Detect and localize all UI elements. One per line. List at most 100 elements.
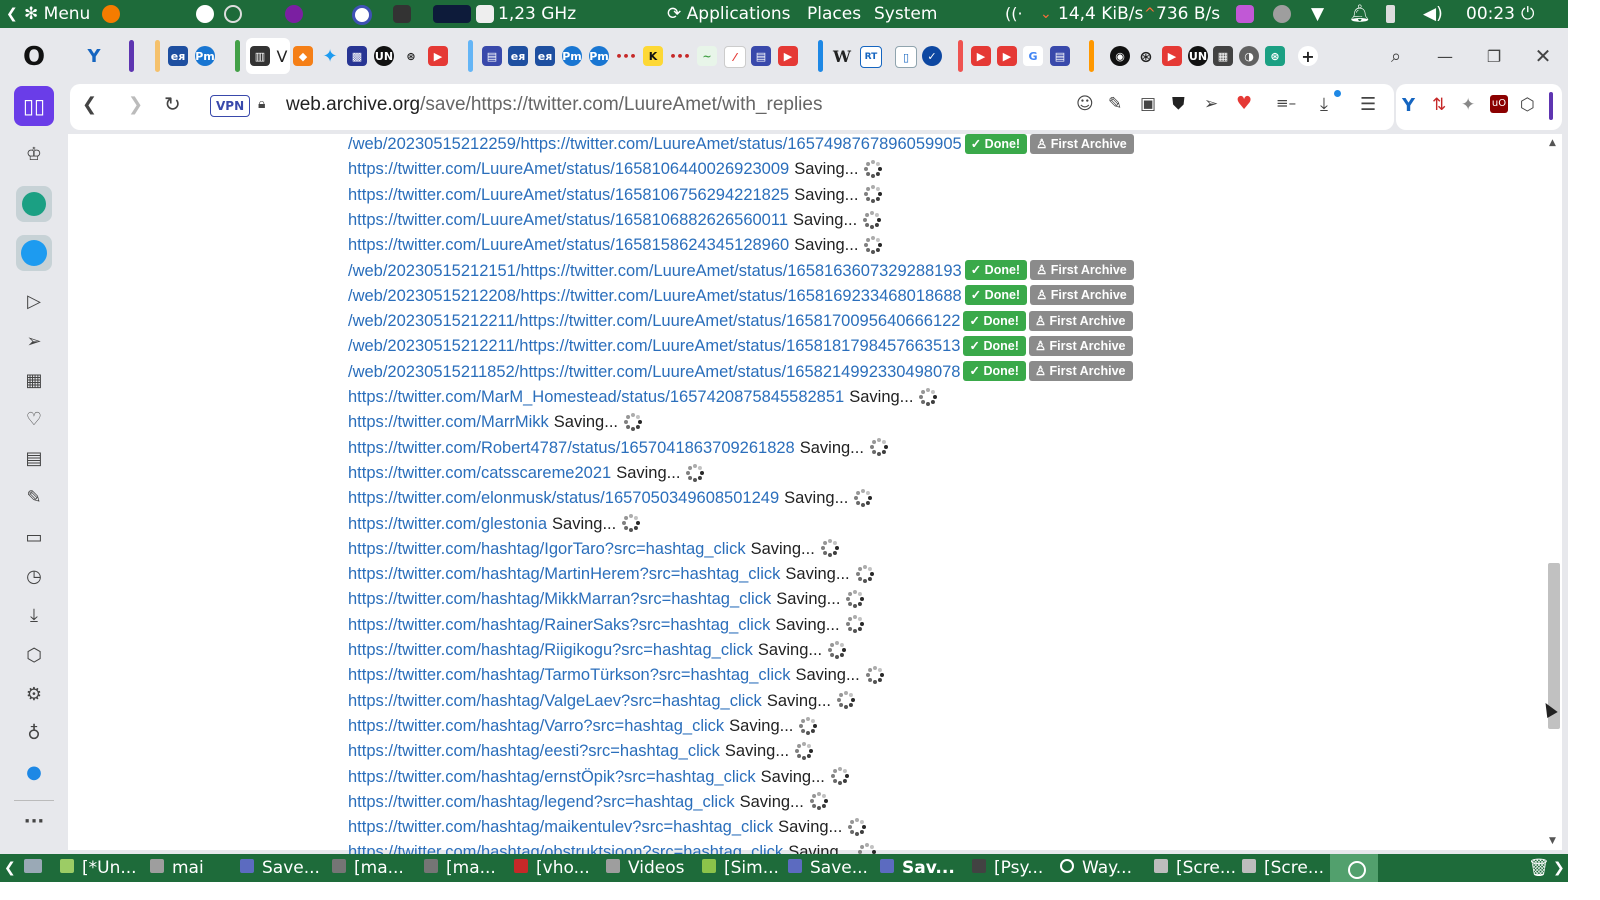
archived-url-link[interactable]: https://twitter.com/glestonia [348,515,547,533]
taskbar-window-button[interactable]: [Scre... [1242,854,1324,882]
archived-url-link[interactable]: https://twitter.com/Robert4787/status/16… [348,439,795,457]
show-desktop-button[interactable] [24,854,50,882]
settings-icon[interactable] [224,5,242,23]
forward-arrow-icon[interactable]: ❯ [128,94,143,115]
archived-url-link[interactable]: https://twitter.com/LuureAmet/status/165… [348,236,789,254]
tab-favicon-chatgpt-icon[interactable]: ⊛ [401,46,421,66]
tab-favicon-icon[interactable]: ••• [669,46,690,66]
tor-icon[interactable] [285,5,303,23]
taskbar-window-button[interactable]: [Scre... [1154,854,1236,882]
aria-chat-icon[interactable]: ● [21,759,47,785]
archived-url-link[interactable]: https://twitter.com/hashtag/eesti?src=ha… [348,742,720,760]
news-icon[interactable]: ▤ [21,445,47,471]
tab-favicon-icon[interactable]: ▯ [895,46,917,68]
places-menu[interactable]: Places [807,0,861,28]
tab-favicon-icon[interactable]: ▩ [347,46,367,66]
taskbar-window-button[interactable]: [vho... [514,854,590,882]
archived-url-link[interactable]: https://twitter.com/hashtag/IgorTaro?src… [348,540,746,558]
tab-favicon-youtube-icon[interactable]: ▶ [428,46,448,66]
scroll-up-arrow-icon[interactable]: ▲ [1549,138,1556,148]
download-icon[interactable]: ⤓ [1320,94,1328,115]
archived-url-link[interactable]: https://twitter.com/elonmusk/status/1657… [348,489,779,507]
emoji-icon[interactable]: ☺ [1076,94,1094,114]
extensions-cube-icon[interactable]: ⬡ [1520,95,1535,115]
archived-url-link[interactable]: https://twitter.com/LuureAmet/status/165… [348,211,788,229]
pinboard-icon[interactable]: ✎ [21,484,47,510]
archived-url-link[interactable]: https://twitter.com/hashtag/RainerSaks?s… [348,616,770,634]
archived-url-link[interactable]: /web/20230515211852/https://twitter.com/… [348,363,960,381]
taskbar-window-button[interactable]: [ma... [424,854,496,882]
battery-icon[interactable] [1386,5,1395,23]
menu-button[interactable]: ✻ Menu [24,0,90,28]
taskbar-window-button[interactable]: [Sim... [702,854,779,882]
tab-favicon-icon[interactable]: ••• [615,46,636,66]
tab-favicon-icon[interactable]: ▤ [751,46,771,66]
tips-lightbulb-icon[interactable]: ♁ [21,720,47,746]
tab-favicon-icon[interactable]: ▤ [482,46,502,66]
player-icon[interactable]: ▷ [21,288,47,314]
tab-favicon-icon[interactable]: eᴙ [508,46,528,66]
panel-left-arrow-icon[interactable]: ❮ [6,0,18,28]
tab-favicon-youtube-icon[interactable]: ▶ [778,46,798,66]
speed-dial-icon[interactable]: ▦ [21,367,47,393]
lock-icon[interactable]: 🔒︎ [258,96,265,112]
workspace-icon[interactable]: ▯▯ [14,86,54,126]
sidebar-toggle-bar[interactable] [1549,92,1553,120]
tab-favicon-twitter-icon[interactable]: ✦ [320,46,340,67]
shield-icon[interactable]: ⛊ [1172,94,1185,114]
accessibility-icon[interactable] [196,5,214,23]
history-clock-icon[interactable]: ◷ [21,563,47,589]
settings-gear-icon[interactable]: ⚙ [21,681,47,707]
terminal-launcher-icon[interactable] [393,5,411,23]
vpn-badge[interactable]: VPN [210,95,251,117]
tab-favicon-metamask-icon[interactable]: ◆ [293,46,313,66]
ublock-origin-icon[interactable]: uO [1490,95,1508,113]
downloads-icon[interactable]: ⤓ [21,602,47,628]
taskbar-window-button[interactable]: Sav... [880,854,955,882]
tab-favicon-icon[interactable]: RT [860,46,882,68]
archived-url-link[interactable]: https://twitter.com/hashtag/MikkMarran?s… [348,590,771,608]
opera-launcher-icon[interactable] [352,5,372,25]
tab-favicon-icon[interactable]: UN [374,46,394,66]
tabs-icon[interactable]: ▭ [21,524,47,550]
archived-url-link[interactable]: https://twitter.com/LuureAmet/status/165… [348,160,789,178]
archived-url-link[interactable]: /web/20230515212151/https://twitter.com/… [348,262,962,280]
tab-favicon-icon[interactable]: ◉ [1110,46,1130,66]
archived-url-link[interactable]: /web/20230515212259/https://twitter.com/… [348,135,962,153]
tab-favicon-icon[interactable]: eᴙ [535,46,555,66]
tab-favicon-youtube-icon[interactable]: ▶ [1162,46,1182,66]
reload-icon[interactable]: ↻ [164,92,181,116]
archived-url-link[interactable]: https://twitter.com/hashtag/MartinHerem?… [348,565,780,583]
trash-icon[interactable]: 🗑︎ [1528,854,1550,882]
new-tab-plus-icon[interactable]: + [1298,46,1318,66]
archived-url-link[interactable]: https://twitter.com/hashtag/TarmoTürkson… [348,666,791,684]
network-wifi-icon[interactable]: ((· [1005,0,1023,28]
minimize-icon[interactable]: — [1435,46,1455,66]
tab-favicon-chatgpt-icon[interactable]: ⊛ [1136,46,1156,66]
archived-url-link[interactable]: https://twitter.com/hashtag/maikentulev?… [348,818,773,836]
archived-url-link[interactable]: https://twitter.com/LuureAmet/status/165… [348,186,789,204]
tab-favicon-icon[interactable]: ▤ [1050,46,1070,66]
tab-favicon-chatgpt-icon[interactable]: ⊛ [1265,46,1285,66]
tab-favicon-vpn-icon[interactable]: Y [84,46,104,67]
edit-icon[interactable]: ✎ [1108,94,1122,114]
send-icon[interactable]: ➢ [1204,94,1218,114]
tab-favicon-wikipedia-icon[interactable]: W [832,46,852,66]
heart-icon[interactable]: ♥ [1236,93,1252,114]
extension-icon[interactable]: ⇅ [1432,95,1446,115]
crown-icon[interactable]: ♔ [21,141,47,167]
scrollbar-track[interactable] [1546,134,1562,850]
restore-icon[interactable]: ❐ [1484,46,1504,66]
search-tabs-icon[interactable]: ⌕ [1386,46,1406,67]
more-options-icon[interactable]: ··· [21,808,47,834]
taskbar-window-button[interactable]: [*Un... [60,854,137,882]
tab-favicon-icon[interactable]: Pm [562,46,582,66]
archived-url-link[interactable]: /web/20230515212211/https://twitter.com/… [348,312,960,330]
taskbar-window-button[interactable]: Save... [788,854,868,882]
tab-favicon-icon[interactable]: eᴙ [168,46,188,66]
tab-favicon-archive-icon[interactable]: ▥ [250,46,270,66]
usb-icon[interactable] [1273,5,1291,23]
tab-favicon-youtube-icon[interactable]: ▶ [971,46,991,66]
tab-favicon-icon[interactable]: ◑ [1239,46,1259,66]
taskbar-left-arrow-icon[interactable]: ❮ [4,854,16,882]
